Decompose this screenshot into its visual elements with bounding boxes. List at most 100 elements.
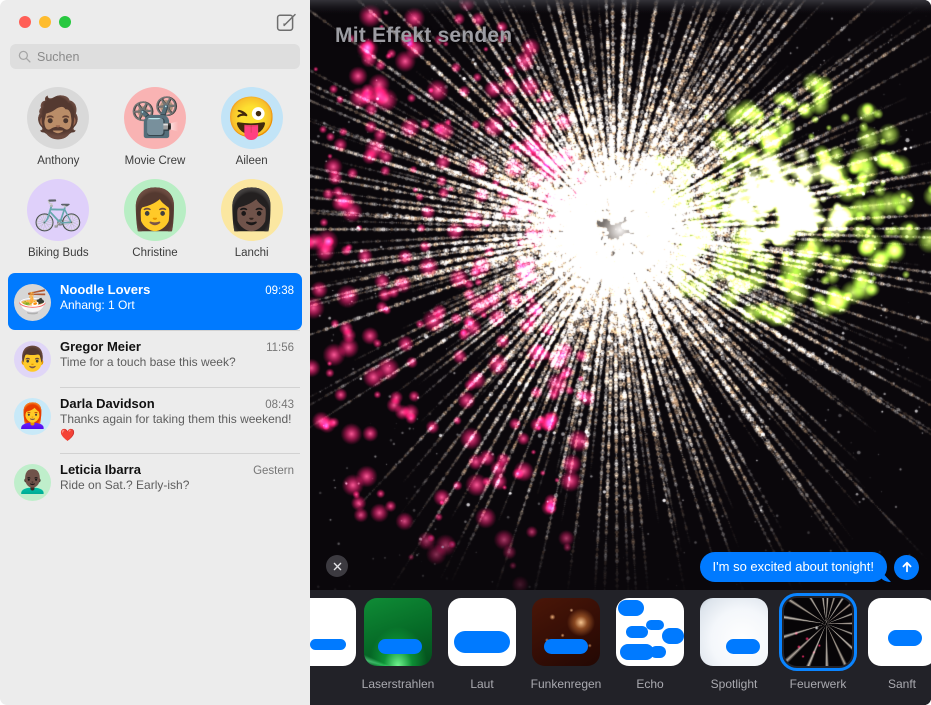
effect-option[interactable]: Spotlight [692,598,776,691]
pinned-conversation-label: Christine [132,247,178,259]
conversation-text: Noodle Lovers 09:38 Anhang: 1 Ort [60,282,294,321]
conversation-header: Noodle Lovers 09:38 [60,282,294,297]
conversation-header: Leticia Ibarra Gestern [60,462,294,477]
search-field[interactable] [10,44,300,69]
effect-option[interactable]: Funkenregen [524,598,608,691]
avatar-glyph: 🚲 [33,188,84,232]
pinned-conversation[interactable]: 🧔🏽 Anthony [10,87,107,167]
conversation-header: Gregor Meier 11:56 [60,339,294,354]
avatar-glyph: 📽️ [130,96,180,140]
pinned-conversation-label: Lanchi [234,247,269,259]
conversation-text: Gregor Meier 11:56 Time for a touch base t… [60,339,294,378]
conversation-name: Darla Davidson [60,396,155,411]
message-bubble-preview [888,630,922,646]
search-input[interactable] [37,49,292,64]
avatar-glyph: 👩🏿 [226,188,277,232]
conversation-timestamp: 09:38 [265,285,294,297]
pinned-conversation[interactable]: 👩🏿 Lanchi [203,179,300,259]
conversation-preview: Thanks again for taking them this weeken… [60,412,292,442]
conversation-list-item[interactable]: 👨🏿‍🦲 Leticia Ibarra Gestern Ride on Sat.? E… [8,452,302,510]
avatar: 🚲 [27,179,90,241]
avatar: 📽️ [123,87,186,149]
sidebar: 🧔🏽 Anthony 📽️ Movie Crew 😜 Aileen 🚲 Biking Buds… [0,0,310,705]
conversation-list-item[interactable]: 👩‍🦰 Darla Davidson 08:43 Thanks again for t… [8,387,302,453]
effect-thumbnail[interactable] [868,598,931,666]
effect-label: Funkenregen [530,677,602,691]
effect-thumbnail[interactable] [364,598,432,666]
search-container [0,44,310,81]
conversation-name: Noodle Lovers [60,282,151,297]
conversation-preview: Ride on Sat.? Early-ish? [60,477,190,492]
send-arrow-up-icon[interactable] [894,554,919,580]
conversation-timestamp: 11:56 [266,342,294,354]
close-x-icon[interactable] [326,555,348,577]
effect-thumbnail[interactable] [616,598,684,666]
conversation-list-item[interactable]: 👨 Gregor Meier 11:56 Time for a touch base … [8,330,302,387]
avatar: 😜 [220,87,283,149]
avatar-glyph: 🧔🏽 [33,96,84,140]
avatar: 👨 [14,341,51,378]
conversation-name: Gregor Meier [60,339,141,354]
avatar-glyph: 🍜 [17,288,48,316]
search-icon [18,50,31,63]
avatar-glyph: 👩 [130,188,180,232]
conversation-list: 🍜 Noodle Lovers 09:38 Anhang: 1 Ort 👨 Gregor … [0,271,310,705]
avatar: 👨🏿‍🦲 [14,463,51,501]
effect-thumbnail[interactable] [448,598,516,666]
avatar-glyph: 👨🏿‍🦲 [17,468,48,496]
effect-option[interactable]: Laserstrahlen [356,598,440,691]
pinned-conversation-label: Anthony [37,155,80,167]
compose-pencil-square-icon[interactable] [276,12,296,32]
message-bubble-preview [544,639,588,654]
effect-option[interactable]: Laut [440,598,524,691]
pinned-conversation[interactable]: 😜 Aileen [203,87,300,167]
pinned-conversation[interactable]: 🚲 Biking Buds [10,179,107,259]
avatar: 👩 [123,179,186,241]
avatar-glyph: 👩‍🦰 [17,402,48,430]
effect-picker-strip[interactable]: Laserstrahlen Laut Funkenregen Echo Spotligh… [310,590,931,705]
avatar: 🍜 [14,284,51,321]
close-window-button[interactable] [19,16,31,28]
page-title: Mit Effekt senden [335,24,513,47]
pinned-conversation-label: Movie Crew [124,155,186,167]
effect-label: Echo [636,677,664,691]
conversation-preview: Anhang: 1 Ort [60,298,135,312]
pinned-conversation-label: Biking Buds [27,247,89,259]
message-bubble-preview [310,639,346,650]
conversation-text: Leticia Ibarra Gestern Ride on Sat.? Early… [60,462,294,501]
message-bubble-preview [726,639,760,654]
effect-label: Feuerwerk [789,677,847,691]
zoom-window-button[interactable] [59,16,71,28]
conversation-text: Darla Davidson 08:43 Thanks again for taki… [60,396,294,444]
message-bubble: I'm so excited about tonight! [699,552,887,582]
effect-thumbnail[interactable] [700,598,768,666]
messages-window: 🧔🏽 Anthony 📽️ Movie Crew 😜 Aileen 🚲 Biking Buds… [0,0,931,705]
pinned-conversations-grid: 🧔🏽 Anthony 📽️ Movie Crew 😜 Aileen 🚲 Biking Buds… [0,81,310,271]
minimize-window-button[interactable] [39,16,51,28]
conversation-preview: Time for a touch base this week? [60,355,236,369]
pinned-conversation[interactable]: 📽️ Movie Crew [107,87,204,167]
pinned-conversation[interactable]: 👩 Christine [107,179,204,259]
effect-option[interactable]: Sanft [860,598,931,691]
effect-thumbnail[interactable] [532,598,600,666]
effect-option[interactable]: Feuerwerk [776,593,860,691]
conversation-timestamp: 08:43 [265,399,294,411]
outgoing-message-row: I'm so excited about tonight! [699,552,919,582]
effect-thumbnail[interactable] [310,598,356,666]
effect-label: Sanft [887,677,917,691]
effect-option[interactable]: Echo [608,598,692,691]
conversation-timestamp: Gestern [253,464,294,477]
avatar-glyph: 😜 [226,96,277,140]
avatar: 👩‍🦰 [14,398,51,435]
effect-preview-pane: Mit Effekt senden I'm so excited about t… [310,0,931,705]
effect-thumbnail[interactable] [779,593,857,671]
window-titlebar [0,0,310,44]
message-bubble-preview [454,631,510,653]
effect-label: Laserstrahlen [361,677,435,691]
effect-label: Laut [470,677,494,691]
traffic-light-controls [19,16,71,28]
message-bubble-preview [378,639,422,654]
avatar: 🧔🏽 [27,87,90,149]
effect-option[interactable] [310,598,356,677]
conversation-list-item[interactable]: 🍜 Noodle Lovers 09:38 Anhang: 1 Ort [8,273,302,330]
